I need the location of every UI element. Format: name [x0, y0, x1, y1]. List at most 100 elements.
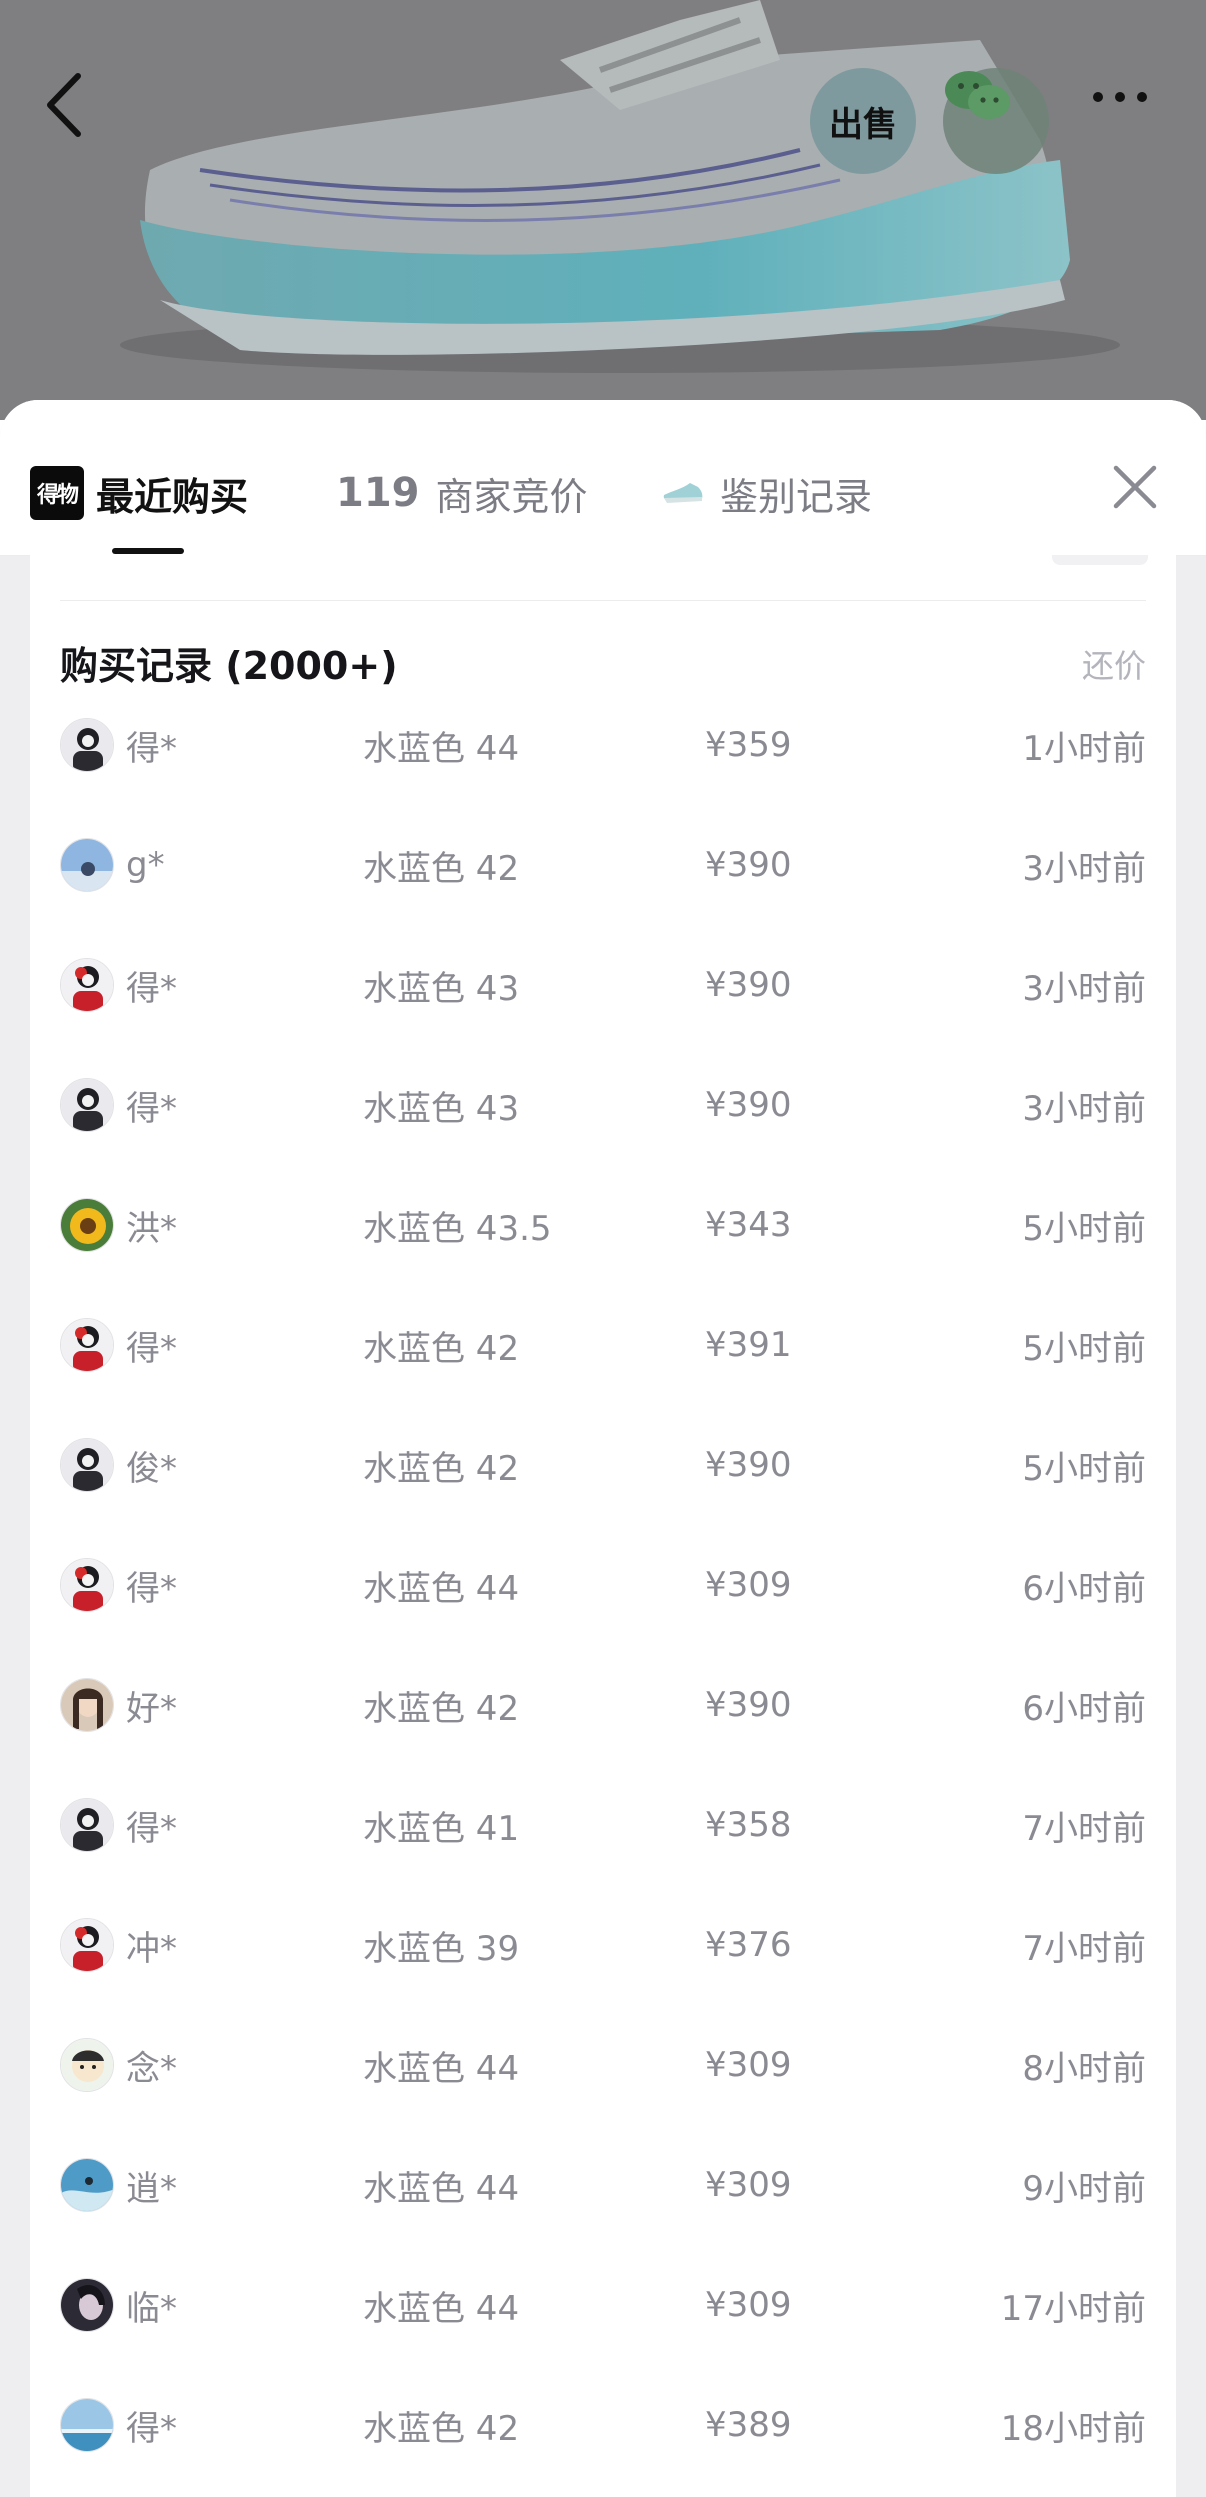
shoe-image	[0, 0, 1206, 420]
avatar	[60, 718, 114, 772]
avatar	[60, 1438, 114, 1492]
product-spec: 水蓝色 44	[363, 1568, 520, 1609]
tab-merchant-bids[interactable]: 119 商家竞价	[336, 460, 588, 526]
buyer-name: 洪*	[126, 1208, 177, 1249]
purchase-record-row: 好* 水蓝色 42 ¥390 6小时前	[60, 1645, 1146, 1765]
dewu-logo: 得物	[30, 466, 84, 520]
purchase-records-list: 得* 水蓝色 44 ¥359 1小时前 g* 水蓝色 42 ¥390 3小时前 得* 水蓝色 43…	[60, 685, 1146, 2485]
close-icon	[1113, 465, 1157, 509]
buyer-name: 冲*	[126, 1928, 177, 1969]
purchase-time: 3小时前	[1022, 968, 1146, 1009]
product-spec: 水蓝色 43	[363, 1088, 520, 1129]
buyer-name: 念*	[126, 2048, 177, 2089]
product-spec: 水蓝色 43.5	[363, 1208, 552, 1249]
sale-price: ¥390	[705, 1685, 792, 1725]
avatar	[60, 1918, 114, 1972]
sneaker-icon	[663, 483, 703, 503]
purchase-record-row: 俊* 水蓝色 42 ¥390 5小时前	[60, 1405, 1146, 1525]
sale-price: ¥390	[705, 1085, 792, 1125]
tab-recent-purchases[interactable]: 得物 最近购买	[30, 460, 248, 526]
purchase-record-row: 冲* 水蓝色 39 ¥376 7小时前	[60, 1885, 1146, 2005]
avatar	[60, 2038, 114, 2092]
buyer-name: 得*	[126, 1808, 177, 1849]
purchase-record-row: 得* 水蓝色 41 ¥358 7小时前	[60, 1765, 1146, 1885]
sale-price: ¥343	[705, 1205, 792, 1245]
avatar	[60, 2158, 114, 2212]
purchase-record-row: 念* 水蓝色 44 ¥309 8小时前	[60, 2005, 1146, 2125]
more-button[interactable]	[1090, 90, 1162, 140]
buyer-name: 逍*	[126, 2168, 177, 2209]
sale-price: ¥390	[705, 845, 792, 885]
purchase-record-row: 得* 水蓝色 44 ¥309 6小时前	[60, 1525, 1146, 1645]
buyer-name: 得*	[126, 1328, 177, 1369]
purchase-record-row: 得* 水蓝色 42 ¥391 5小时前	[60, 1285, 1146, 1405]
purchase-time: 9小时前	[1022, 2168, 1146, 2209]
sale-price: ¥309	[705, 2045, 792, 2085]
buyer-name: 得*	[126, 1568, 177, 1609]
purchase-time: 8小时前	[1022, 2048, 1146, 2089]
avatar	[60, 2278, 114, 2332]
purchase-time: 5小时前	[1022, 1448, 1146, 1489]
purchase-time: 17小时前	[1000, 2288, 1146, 2329]
product-spec: 水蓝色 42	[363, 1448, 520, 1489]
purchase-time: 3小时前	[1022, 1088, 1146, 1129]
card-edge	[1052, 555, 1148, 565]
purchase-record-row: 洪* 水蓝色 43.5 ¥343 5小时前	[60, 1165, 1146, 1285]
tab-bids-label: 商家竞价	[435, 474, 588, 519]
buyer-name: g*	[126, 845, 165, 885]
purchase-records-card: 购买记录 (2000+) 还价 得* 水蓝色 44 ¥359 1小时前 g* 水蓝色 42…	[30, 555, 1176, 2497]
more-icon	[1093, 92, 1147, 102]
product-spec: 水蓝色 42	[363, 2408, 520, 2449]
product-spec: 水蓝色 44	[363, 2168, 520, 2209]
avatar	[60, 1198, 114, 1252]
sale-price: ¥309	[705, 1565, 792, 1605]
purchase-record-row: 得* 水蓝色 43 ¥390 3小时前	[60, 1045, 1146, 1165]
purchase-record-row: 逍* 水蓝色 44 ¥309 9小时前	[60, 2125, 1146, 2245]
tab-authentication-records[interactable]: 鉴别记录	[662, 460, 872, 526]
avatar	[60, 1798, 114, 1852]
purchase-time: 7小时前	[1022, 1808, 1146, 1849]
product-spec: 水蓝色 41	[363, 1808, 520, 1849]
tab-bids-count: 119	[336, 470, 420, 516]
product-spec: 水蓝色 44	[363, 2288, 520, 2329]
counter-offer-link[interactable]: 还价	[1082, 641, 1146, 687]
tab-auth-label: 鉴别记录	[720, 474, 873, 519]
close-button[interactable]	[1100, 452, 1170, 522]
purchase-records-title: 购买记录 (2000+)	[60, 644, 398, 688]
divider	[60, 600, 1146, 601]
sale-price: ¥390	[705, 965, 792, 1005]
buyer-name: 临*	[126, 2288, 177, 2329]
tab-bar: 得物 最近购买 119 商家竞价 鉴别记录	[0, 400, 1206, 556]
purchase-record-row: g* 水蓝色 42 ¥390 3小时前	[60, 805, 1146, 925]
records-sheet: 得物 最近购买 119 商家竞价 鉴别记录 购买记录 (2000+) 还价 得*…	[0, 400, 1206, 2497]
purchase-time: 6小时前	[1022, 1688, 1146, 1729]
tab-recent-label: 最近购买	[96, 474, 249, 519]
sale-price: ¥309	[705, 2165, 792, 2205]
wechat-share-button[interactable]	[943, 68, 1049, 174]
buyer-name: 得*	[126, 728, 177, 769]
buyer-name: 得*	[126, 968, 177, 1009]
product-spec: 水蓝色 42	[363, 848, 520, 889]
sell-label: 出售	[829, 104, 897, 145]
sell-button[interactable]: 出售	[810, 68, 916, 174]
purchase-record-row: 得* 水蓝色 42 ¥389 18小时前	[60, 2365, 1146, 2485]
back-button[interactable]	[40, 70, 130, 160]
sale-price: ¥376	[705, 1925, 792, 1965]
product-spec: 水蓝色 42	[363, 1688, 520, 1729]
back-arrow-icon	[47, 73, 81, 137]
purchase-record-row: 临* 水蓝色 44 ¥309 17小时前	[60, 2245, 1146, 2365]
purchase-time: 18小时前	[1000, 2408, 1146, 2449]
purchase-time: 5小时前	[1022, 1208, 1146, 1249]
avatar	[60, 1078, 114, 1132]
purchase-record-row: 得* 水蓝色 44 ¥359 1小时前	[60, 685, 1146, 805]
product-spec: 水蓝色 44	[363, 728, 520, 769]
buyer-name: 俊*	[126, 1448, 177, 1489]
purchase-time: 6小时前	[1022, 1568, 1146, 1609]
wechat-icon	[945, 71, 1010, 119]
sale-price: ¥309	[705, 2285, 792, 2325]
buyer-name: 得*	[126, 2408, 177, 2449]
buyer-name: 得*	[126, 1088, 177, 1129]
avatar	[60, 1318, 114, 1372]
avatar	[60, 838, 114, 892]
sale-price: ¥390	[705, 1445, 792, 1485]
